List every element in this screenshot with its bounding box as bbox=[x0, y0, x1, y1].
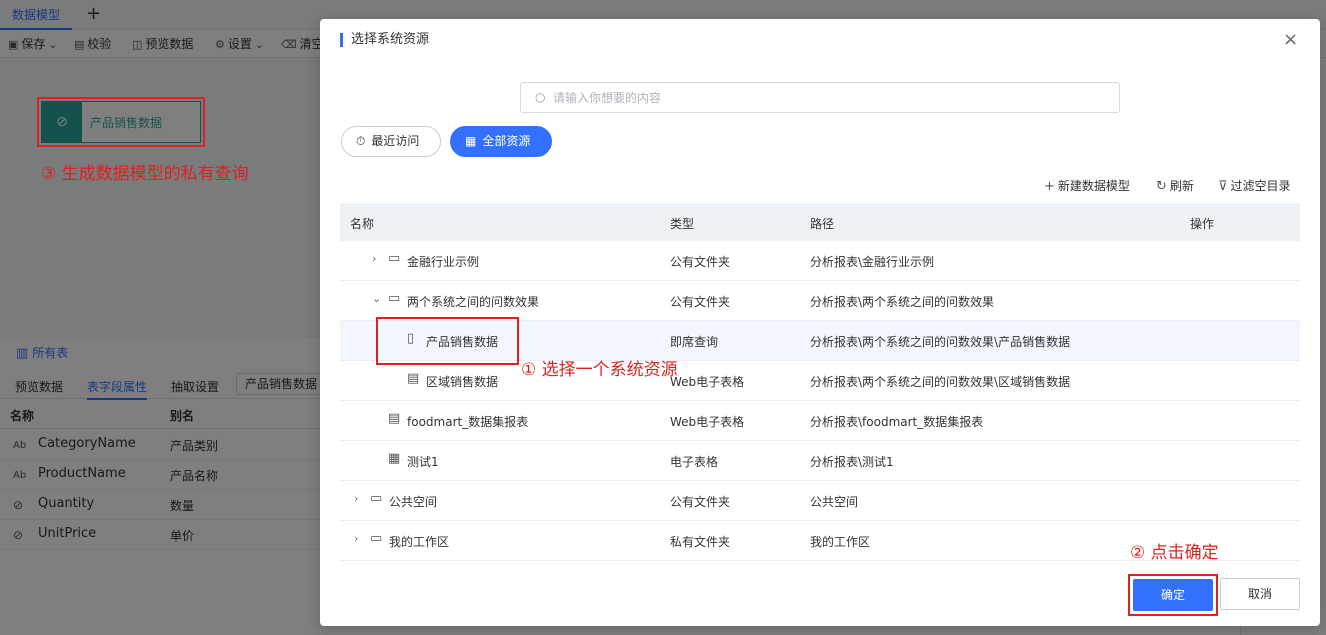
resource-type: 公有文件夹 bbox=[670, 495, 731, 509]
resource-name: 金融行业示例 bbox=[407, 255, 480, 269]
folder-icon: ▭ bbox=[370, 491, 383, 506]
resource-path: 分析报表\两个系统之间的问数效果 bbox=[810, 295, 995, 309]
resource-path: 分析报表\两个系统之间的问数效果\区域销售数据 bbox=[810, 375, 1071, 389]
resource-name: 公共空间 bbox=[389, 495, 438, 509]
search-icon: ○ bbox=[535, 90, 546, 104]
timer-icon: ⏱ bbox=[356, 134, 366, 148]
resource-type: 公有文件夹 bbox=[670, 295, 731, 309]
resource-name: 测试1 bbox=[407, 455, 439, 469]
resource-type: 私有文件夹 bbox=[670, 535, 731, 549]
resource-row[interactable]: ▦ 测试1 电子表格 分析报表\测试1 bbox=[340, 441, 1300, 481]
recent-visits-label: 最近访问 bbox=[371, 134, 420, 148]
resource-table-header: 名称 类型 路径 操作 bbox=[340, 203, 1300, 241]
resource-name: foodmart_数据集报表 bbox=[407, 415, 529, 429]
annotation-step3: ③ 生成数据模型的私有查询 bbox=[41, 164, 249, 184]
col-type: 类型 bbox=[670, 217, 695, 231]
resource-path: 我的工作区 bbox=[810, 535, 871, 549]
resource-path: 分析报表\测试1 bbox=[810, 455, 894, 469]
resource-type: Web电子表格 bbox=[670, 375, 745, 389]
resource-type: 电子表格 bbox=[670, 455, 719, 469]
plus-icon: + bbox=[1044, 179, 1055, 194]
col-ops: 操作 bbox=[1190, 217, 1215, 231]
resource-path: 分析报表\两个系统之间的问数效果\产品销售数据 bbox=[810, 335, 1071, 349]
resource-row[interactable]: ▤ foodmart_数据集报表 Web电子表格 分析报表\foodmart_数… bbox=[340, 401, 1300, 441]
filter-empty-button[interactable]: ⊽ 过滤空目录 bbox=[1218, 177, 1291, 194]
cancel-button[interactable]: 取消 bbox=[1220, 578, 1300, 610]
folder-icon: ▭ bbox=[370, 531, 383, 546]
refresh-button[interactable]: ↻ 刷新 bbox=[1156, 177, 1194, 194]
spreadsheet-icon: ▦ bbox=[388, 451, 401, 466]
web-spreadsheet-icon: ▤ bbox=[407, 371, 420, 386]
resource-name: 产品销售数据 bbox=[426, 335, 499, 349]
resource-row-selected[interactable]: ▯ 产品销售数据 即席查询 分析报表\两个系统之间的问数效果\产品销售数据 bbox=[340, 321, 1300, 361]
annotation-step2: ② 点击确定 bbox=[1130, 543, 1219, 563]
resource-type: Web电子表格 bbox=[670, 415, 745, 429]
confirm-button[interactable]: 确定 bbox=[1133, 579, 1213, 611]
resource-name: 我的工作区 bbox=[389, 535, 450, 549]
new-model-label: 新建数据模型 bbox=[1057, 179, 1130, 193]
adhoc-query-icon: ▯ bbox=[407, 331, 415, 346]
resource-name: 区域销售数据 bbox=[426, 375, 499, 389]
resource-name: 两个系统之间的问数效果 bbox=[407, 295, 540, 309]
annotation-step1: ① 选择一个系统资源 bbox=[521, 360, 678, 380]
resource-type: 即席查询 bbox=[670, 335, 719, 349]
all-resources-button[interactable]: ▦ 全部资源 bbox=[450, 126, 552, 157]
resource-row[interactable]: ⌄ ▭ 两个系统之间的问数效果 公有文件夹 分析报表\两个系统之间的问数效果 bbox=[340, 281, 1300, 321]
recent-visits-button[interactable]: ⏱ 最近访问 bbox=[341, 126, 441, 157]
chevron-down-icon[interactable]: ⌄ bbox=[372, 292, 381, 305]
select-resource-dialog: 选择系统资源 × ○ ⏱ 最近访问 ▦ 全部资源 +新建数据模型 ↻刷新 ⊽过滤空目… bbox=[320, 19, 1320, 626]
folder-open-icon: ▭ bbox=[388, 291, 401, 306]
col-path: 路径 bbox=[810, 217, 835, 231]
resource-row[interactable]: ▤ 区域销售数据 Web电子表格 分析报表\两个系统之间的问数效果\区域销售数据 bbox=[340, 361, 1300, 401]
chevron-right-icon[interactable]: › bbox=[354, 492, 358, 505]
filter-empty-label: 过滤空目录 bbox=[1230, 179, 1291, 193]
refresh-icon: ↻ bbox=[1156, 179, 1167, 194]
dialog-title: 选择系统资源 bbox=[340, 33, 429, 47]
resource-path: 分析报表\金融行业示例 bbox=[810, 255, 935, 269]
search-input[interactable] bbox=[553, 89, 1103, 107]
filter-icon: ⊽ bbox=[1218, 179, 1228, 194]
chevron-right-icon[interactable]: › bbox=[354, 532, 358, 545]
search-box[interactable]: ○ bbox=[520, 82, 1120, 113]
chevron-right-icon[interactable]: › bbox=[372, 252, 376, 265]
grid-icon: ▦ bbox=[465, 134, 477, 148]
resource-path: 分析报表\foodmart_数据集报表 bbox=[810, 415, 984, 429]
refresh-label: 刷新 bbox=[1169, 179, 1194, 193]
resource-path: 公共空间 bbox=[810, 495, 859, 509]
close-icon[interactable]: × bbox=[1283, 31, 1298, 49]
all-resources-label: 全部资源 bbox=[482, 134, 531, 148]
new-model-button[interactable]: + 新建数据模型 bbox=[1044, 177, 1130, 194]
col-name: 名称 bbox=[350, 217, 375, 231]
folder-icon: ▭ bbox=[388, 251, 401, 266]
resource-row[interactable]: › ▭ 金融行业示例 公有文件夹 分析报表\金融行业示例 bbox=[340, 241, 1300, 281]
web-spreadsheet-icon: ▤ bbox=[388, 411, 401, 426]
resource-row[interactable]: › ▭ 公共空间 公有文件夹 公共空间 bbox=[340, 481, 1300, 521]
resource-type: 公有文件夹 bbox=[670, 255, 731, 269]
